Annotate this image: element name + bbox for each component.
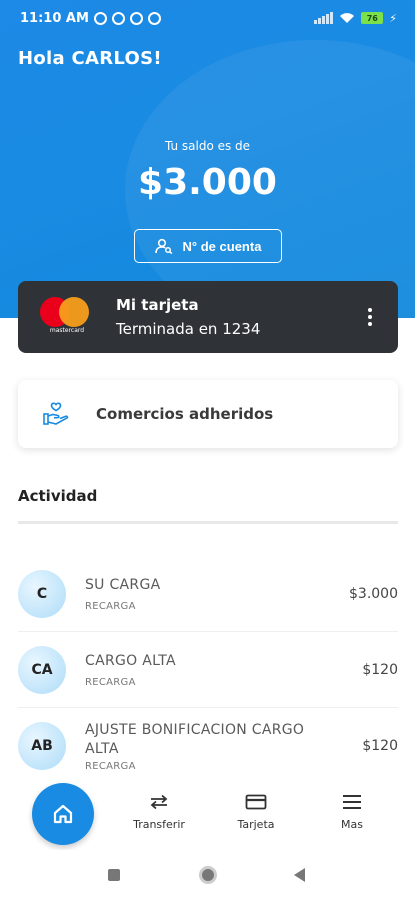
activity-title: Actividad: [18, 487, 98, 505]
card-brand: mastercard: [49, 327, 85, 334]
notification-icon: [129, 11, 143, 25]
nav-home-button[interactable]: [32, 783, 94, 845]
status-time: 11:10 AM: [20, 10, 89, 26]
list-item[interactable]: CA CARGO ALTA RECARGA $120: [18, 632, 398, 708]
balance-amount: $3.000: [138, 162, 277, 203]
battery-icon: 76: [361, 12, 384, 24]
nav-more-button[interactable]: Mas: [312, 794, 392, 831]
transaction-amount: $3.000: [349, 585, 398, 602]
alarm-icon: [93, 11, 107, 25]
activity-list: C SU CARGA RECARGA $3.000 CA CARGO ALTA …: [18, 556, 398, 784]
card-panel[interactable]: mastercard Mi tarjeta Terminada en 1234: [18, 281, 398, 353]
mastercard-logo: mastercard: [40, 297, 92, 337]
transfer-icon: [150, 794, 168, 810]
transaction-category: RECARGA: [85, 600, 136, 612]
card-title: Mi tarjeta: [116, 296, 199, 314]
greeting: Hola CARLOS!: [18, 48, 162, 69]
status-bar: 11:10 AM 76 ⚡: [0, 0, 415, 36]
system-navigation-bar: [0, 850, 415, 900]
list-item[interactable]: C SU CARGA RECARGA $3.000: [18, 556, 398, 632]
transaction-title: SU CARGA: [85, 576, 161, 593]
avatar: CA: [18, 645, 66, 694]
signal-icon: [314, 12, 334, 24]
card-icon: [245, 794, 267, 810]
more-options-icon[interactable]: [368, 308, 372, 326]
nav-card-button[interactable]: Tarjeta: [216, 794, 296, 831]
account-number-label: N° de cuenta: [182, 238, 262, 254]
nav-card-label: Tarjeta: [237, 818, 275, 831]
hand-heart-icon: [43, 402, 69, 425]
recents-icon[interactable]: [108, 869, 120, 881]
nav-more-label: Mas: [341, 818, 363, 831]
nav-transfer-label: Transferir: [133, 818, 185, 831]
balance-label: Tu saldo es de: [164, 139, 251, 153]
merchants-label: Comercios adheridos: [96, 405, 274, 423]
transaction-amount: $120: [362, 738, 398, 754]
menu-icon: [343, 795, 361, 809]
charging-icon: ⚡: [389, 11, 397, 25]
avatar: C: [18, 569, 66, 618]
transaction-category: RECARGA: [85, 676, 136, 688]
transaction-amount: $120: [362, 661, 398, 678]
list-item[interactable]: AB AJUSTE BONIFICACION CARGO ALTA RECARG…: [18, 708, 398, 784]
notification-icon-2: [147, 11, 161, 25]
user-search-icon: [154, 238, 172, 254]
activity-divider: [18, 521, 398, 524]
transaction-category: RECARGA: [85, 760, 136, 772]
system-home-icon[interactable]: [199, 866, 217, 884]
back-icon[interactable]: [294, 868, 305, 882]
merchants-button[interactable]: Comercios adheridos: [18, 380, 398, 448]
avatar: AB: [18, 722, 66, 770]
card-subtitle: Terminada en 1234: [116, 320, 261, 338]
wifi-icon: [340, 13, 355, 23]
transaction-title: CARGO ALTA: [85, 652, 176, 669]
nav-transfer-button[interactable]: Transferir: [119, 794, 199, 831]
bottom-navigation: Transferir Tarjeta Mas: [0, 780, 415, 850]
transaction-title: AJUSTE BONIFICACION CARGO ALTA: [85, 721, 305, 757]
whatsapp-icon: [111, 11, 125, 25]
home-icon: [53, 804, 73, 824]
account-number-button[interactable]: N° de cuenta: [134, 229, 282, 263]
